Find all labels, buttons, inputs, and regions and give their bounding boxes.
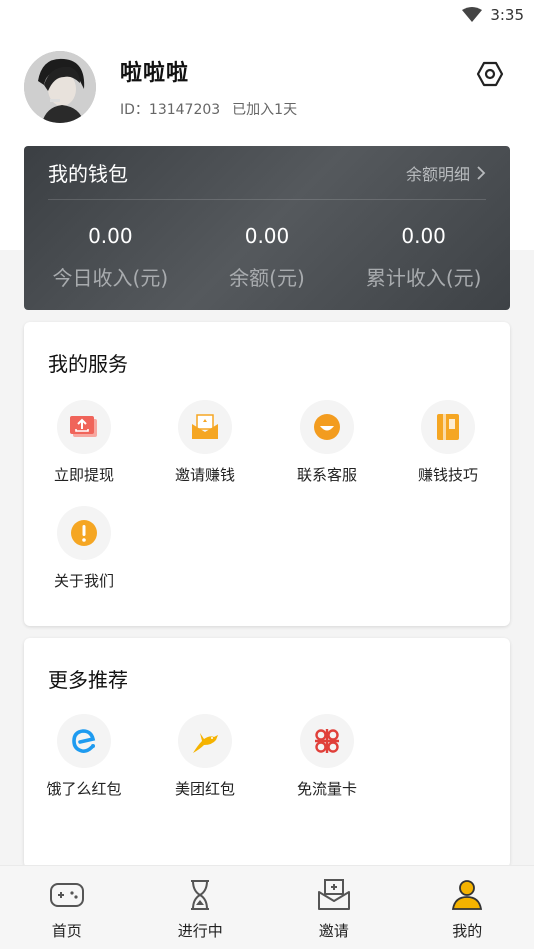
meituan-kangaroo-icon [193,733,218,753]
service-label: 关于我们 [53,572,114,590]
service-customer-support[interactable]: 联系客服 [267,400,387,485]
recommend-label: 饿了么红包 [46,780,122,798]
wallet-title: 我的钱包 [48,162,128,186]
stat-label: 累计收入(元) [365,266,482,290]
info-icon [71,520,97,546]
nav-label: 邀请 [318,922,349,940]
chevron-right-icon [477,165,486,180]
services-card: 我的服务 立即提现 邀请赚钱 联系客服 赚钱技巧 关于我们 [24,322,510,626]
nav-label: 首页 [51,922,82,940]
user-id: ID：13147203 [120,102,221,118]
invite-envelope-icon [192,414,218,439]
customer-service-icon [314,414,340,440]
profile-header: 啦啦啦 ID：13147203 已加入1天 [24,50,510,124]
recommend-data-card[interactable]: 免流量卡 [267,714,387,799]
user-icon [452,880,483,910]
stat-label: 余额(元) [229,266,305,290]
recommend-label: 美团红包 [174,780,235,798]
bottom-nav: 首页 进行中 邀请 我的 [0,865,534,949]
nav-label: 我的 [452,922,483,940]
service-label: 邀请赚钱 [174,466,235,484]
service-about[interactable]: 关于我们 [24,506,144,591]
balance-detail-link[interactable]: 余额明细 [406,161,486,185]
withdraw-icon [70,416,97,437]
gamepad-icon [49,883,84,907]
wifi-icon [462,7,483,22]
nav-mine[interactable]: 我的 [401,866,534,949]
invite-tray-icon [317,879,350,910]
status-time: 3:35 [490,6,524,24]
eleme-icon [72,729,96,753]
nav-in-progress[interactable]: 进行中 [134,866,268,949]
recommend-meituan[interactable]: 美团红包 [145,714,265,799]
joined-days: 已加入1天 [232,102,298,118]
service-withdraw[interactable]: 立即提现 [24,400,144,485]
stat-total-income: 0.00 累计收入(元) [349,224,499,291]
unicom-icon [315,729,339,753]
stat-label: 今日收入(元) [52,266,169,290]
wallet-card: 我的钱包 余额明细 0.00 今日收入(元) 0.00 余额(元) 0.00 累… [24,146,510,310]
stat-today-income: 0.00 今日收入(元) [35,224,185,291]
nav-label: 进行中 [177,922,223,940]
settings-icon[interactable] [476,60,504,88]
stat-value: 0.00 [401,224,446,248]
stat-balance: 0.00 余额(元) [192,224,342,291]
stat-value: 0.00 [244,224,290,248]
book-icon [437,414,459,440]
service-tips[interactable]: 赚钱技巧 [388,400,508,485]
recommend-card: 更多推荐 饿了么红包 美团红包 免流量卡 [24,638,510,868]
balance-detail-label: 余额明细 [405,164,470,184]
avatar[interactable] [24,51,96,123]
status-bar: 3:35 [0,0,534,30]
nav-home[interactable]: 首页 [0,866,134,949]
service-label: 立即提现 [53,466,114,484]
nickname: 啦啦啦 [120,61,190,86]
hourglass-icon [191,880,210,910]
recommend-eleme[interactable]: 饿了么红包 [24,714,144,799]
nav-invite[interactable]: 邀请 [267,866,401,949]
recommend-title: 更多推荐 [48,668,128,692]
recommend-label: 免流量卡 [296,780,357,798]
service-label: 联系客服 [296,466,357,484]
service-invite[interactable]: 邀请赚钱 [145,400,265,485]
service-label: 赚钱技巧 [417,466,478,484]
services-title: 我的服务 [48,352,128,376]
stat-value: 0.00 [88,224,133,248]
